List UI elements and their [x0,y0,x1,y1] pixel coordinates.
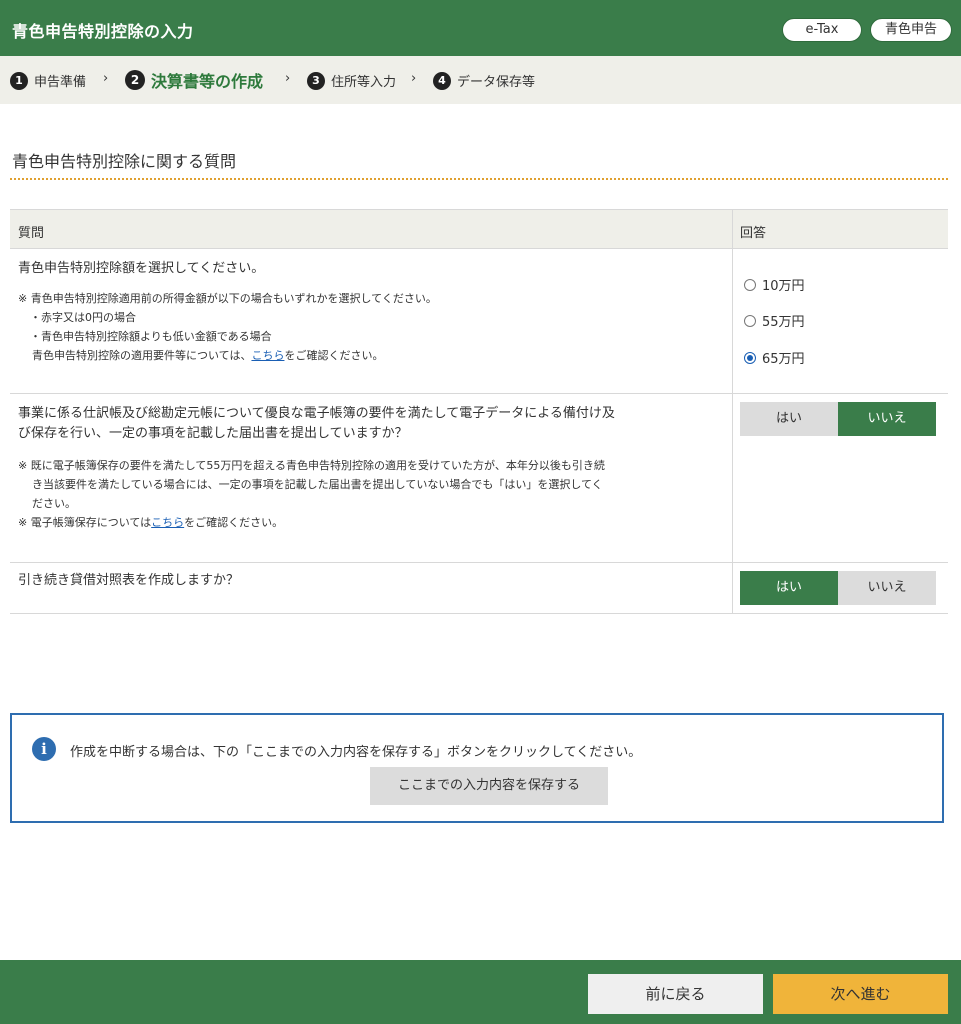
page-title: 青色申告特別控除の入力 [12,22,194,41]
question-note: き当該要件を満たしている場合には、一定の事項を記載した届出書を提出していない場合… [32,478,603,491]
question-note: ※ 青色申告特別控除適用前の所得金額が以下の場合もいずれかを選択してください。 [18,292,437,305]
save-progress-button[interactable]: ここまでの入力内容を保存する [370,767,608,805]
footer-bar: 前に戻る 次へ進む [0,960,961,1024]
radio-label: 55万円 [762,315,805,330]
radio-label: 10万円 [762,279,805,294]
note-text: ※ 電子帳簿保存については [18,516,152,529]
chevron-right-icon: › [411,71,417,86]
note-text: 青色申告特別控除の適用要件等については、 [32,349,252,362]
yes-button[interactable]: はい [740,571,838,605]
question-note: ださい。 [32,497,76,510]
radio-650k[interactable]: 65万円 [744,348,805,367]
progress-steps: 1 申告準備 › 2 決算書等の作成 › 3 住所等入力 › 4 データ保存等 [0,56,961,104]
radio-selected-icon[interactable] [744,351,756,364]
table-row-balance-sheet: 引き続き貸借対照表を作成しますか？ はい いいえ [10,563,948,614]
yes-button[interactable]: はい [740,402,838,436]
electronic-books-link[interactable]: こちら [151,516,184,529]
radio-100k[interactable]: 10万円 [744,275,805,294]
no-button[interactable]: いいえ [838,402,936,436]
no-button[interactable]: いいえ [838,571,936,605]
table-row-electronic-books: 事業に係る仕訳帳及び総勘定元帳について優良な電子帳簿の要件を満たして電子データに… [10,394,948,563]
electronic-books-toggle: はい いいえ [740,402,936,436]
step-1: 1 申告準備 [10,71,86,90]
chevron-right-icon: › [103,71,109,86]
etax-badge: e-Tax [782,18,862,42]
column-header-question: 質問 [18,226,45,241]
question-text: 引き続き貸借対照表を作成しますか？ [18,573,240,588]
question-note: ※ 既に電子帳簿保存の要件を満たして55万円を超える青色申告特別控除の適用を受け… [18,459,605,472]
info-icon: i [32,737,56,761]
step-label: データ保存等 [457,75,536,90]
step-number: 1 [10,71,28,90]
question-note: ・赤字又は0円の場合 [30,311,136,324]
chevron-right-icon: › [285,71,291,86]
app-header: 青色申告特別控除の入力 e-Tax 青色申告 [0,0,961,56]
question-note: ・青色申告特別控除額よりも低い金額である場合 [30,330,272,343]
column-header-answer: 回答 [740,226,767,241]
blue-return-badge: 青色申告 [870,18,952,42]
step-label: 決算書等の作成 [151,72,264,91]
next-button[interactable]: 次へ進む [773,974,948,1014]
step-number: 4 [433,71,451,90]
save-info-box: i 作成を中断する場合は、下の「ここまでの入力内容を保存する」ボタンをクリックし… [10,713,944,823]
question-table: 質問 回答 青色申告特別控除額を選択してください。 ※ 青色申告特別控除適用前の… [10,209,948,614]
column-divider [732,210,733,248]
section-divider [10,178,948,180]
step-number: 2 [125,70,145,90]
back-button[interactable]: 前に戻る [588,974,763,1014]
step-3: 3 住所等入力 [307,71,396,90]
step-label: 住所等入力 [331,75,397,90]
column-divider [732,249,733,393]
step-2: 2 決算書等の作成 [125,68,263,92]
note-text: をご確認ください。 [284,349,384,362]
question-text: 青色申告特別控除額を選択してください。 [18,261,265,276]
step-number: 3 [307,71,325,90]
question-note: 青色申告特別控除の適用要件等については、こちらをご確認ください。 [32,346,732,365]
question-text-line: び保存を行い、一定の事項を記載した届出書を提出していますか？ [18,426,408,441]
radio-icon[interactable] [744,314,756,327]
step-label: 申告準備 [34,75,87,90]
section-title: 青色申告特別控除に関する質問 [12,152,237,171]
question-note: ※ 電子帳簿保存についてはこちらをご確認ください。 [18,513,718,532]
requirements-link[interactable]: こちら [251,349,284,362]
radio-550k[interactable]: 55万円 [744,311,805,330]
radio-icon[interactable] [744,278,756,291]
radio-label: 65万円 [762,352,805,367]
column-divider [732,394,733,562]
table-header: 質問 回答 [10,210,948,249]
info-message: 作成を中断する場合は、下の「ここまでの入力内容を保存する」ボタンをクリックしてく… [70,745,642,760]
table-row-deduction-amount: 青色申告特別控除額を選択してください。 ※ 青色申告特別控除適用前の所得金額が以… [10,249,948,394]
note-text: をご確認ください。 [184,516,284,529]
question-text-line: 事業に係る仕訳帳及び総勘定元帳について優良な電子帳簿の要件を満たして電子データに… [18,406,615,421]
step-4: 4 データ保存等 [433,71,535,90]
column-divider [732,563,733,613]
balance-sheet-toggle: はい いいえ [740,571,936,605]
